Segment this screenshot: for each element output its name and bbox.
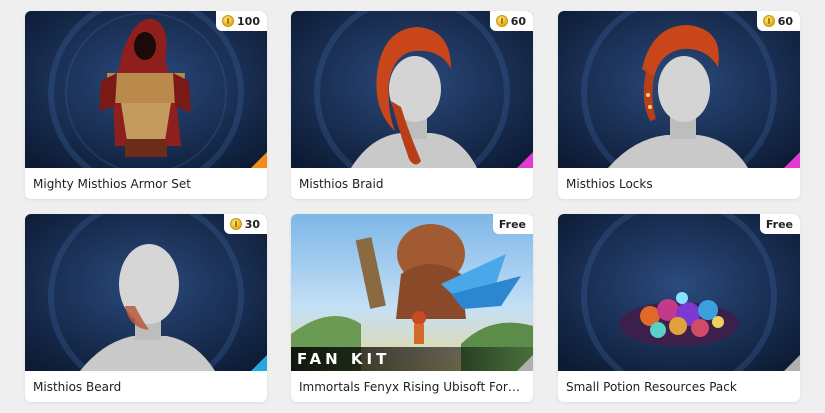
item-thumbnail: FAN KIT xyxy=(291,214,533,371)
item-title: Misthios Braid xyxy=(299,177,384,191)
price-badge: Free xyxy=(492,214,533,234)
item-thumbnail xyxy=(291,11,533,168)
fan-kit-banner: FAN KIT xyxy=(291,347,533,371)
store-card-misthios-braid[interactable]: 60 Misthios Braid xyxy=(291,11,533,199)
store-card-potion-pack[interactable]: Free Small Potion Resources Pack xyxy=(558,214,800,402)
item-title: Immortals Fenyx Rising Ubisoft Forwa... xyxy=(299,380,525,394)
price-value: 100 xyxy=(237,14,260,28)
price-badge: Free xyxy=(759,214,800,234)
rarity-corner xyxy=(251,355,267,371)
price-badge: 60 xyxy=(489,11,533,31)
coin-icon xyxy=(229,218,242,230)
item-title: Mighty Misthios Armor Set xyxy=(33,177,191,191)
coin-icon xyxy=(222,15,235,27)
item-thumbnail xyxy=(558,11,800,168)
rarity-corner xyxy=(251,152,267,168)
store-card-fan-kit[interactable]: FAN KIT Free Immortals Fenyx Rising Ubis… xyxy=(291,214,533,402)
coin-icon xyxy=(762,15,775,27)
store-item-grid: 100 Mighty Misthios Armor Set 60 Misthio… xyxy=(0,0,825,413)
item-title: Misthios Locks xyxy=(566,177,653,191)
price-value: Free xyxy=(498,217,526,231)
price-value: 60 xyxy=(777,14,793,28)
rarity-corner xyxy=(784,355,800,371)
item-title: Small Potion Resources Pack xyxy=(566,380,737,394)
item-thumbnail xyxy=(25,214,267,371)
price-badge: 30 xyxy=(223,214,267,234)
item-thumbnail xyxy=(25,11,267,168)
store-card-misthios-beard[interactable]: 30 Misthios Beard xyxy=(25,214,267,402)
price-badge: 100 xyxy=(216,11,267,31)
price-value: 30 xyxy=(244,217,260,231)
price-value: 60 xyxy=(510,14,526,28)
store-card-armor-set[interactable]: 100 Mighty Misthios Armor Set xyxy=(25,11,267,199)
rarity-corner xyxy=(517,355,533,371)
store-card-misthios-locks[interactable]: 60 Misthios Locks xyxy=(558,11,800,199)
coin-icon xyxy=(495,15,508,27)
price-value: Free xyxy=(765,217,793,231)
item-title: Misthios Beard xyxy=(33,380,122,394)
item-thumbnail xyxy=(558,214,800,371)
price-badge: 60 xyxy=(756,11,800,31)
rarity-corner xyxy=(784,152,800,168)
rarity-corner xyxy=(517,152,533,168)
